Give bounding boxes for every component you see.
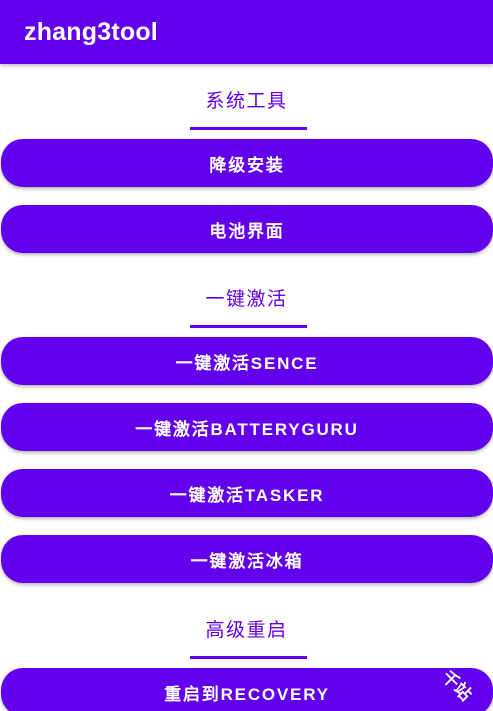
app-title: zhang3tool: [24, 17, 158, 46]
main-content[interactable]: 系统工具 降级安装 电池界面 一键激活 一键激活SENCE 一键激活BATTER…: [0, 64, 493, 711]
activate-icebox-button[interactable]: 一键激活冰箱: [1, 535, 493, 583]
section-title-system-tools: 系统工具: [205, 90, 288, 112]
downgrade-install-button[interactable]: 降级安装: [1, 139, 493, 187]
section-title-advanced-reboot: 高级重启: [205, 619, 288, 641]
activate-sence-button[interactable]: 一键激活SENCE: [1, 337, 493, 385]
section-underline: [190, 127, 307, 130]
app-bar: zhang3tool: [0, 0, 493, 64]
section-title-one-key-activate: 一键激活: [205, 288, 288, 310]
section-underline: [190, 325, 307, 328]
activate-batteryguru-button[interactable]: 一键激活BATTERYGURU: [1, 403, 493, 451]
activate-tasker-button[interactable]: 一键激活TASKER: [1, 469, 493, 517]
battery-page-button[interactable]: 电池界面: [1, 205, 493, 253]
section-underline: [190, 656, 307, 659]
reboot-recovery-button[interactable]: 重启到RECOVERY: [1, 668, 493, 711]
